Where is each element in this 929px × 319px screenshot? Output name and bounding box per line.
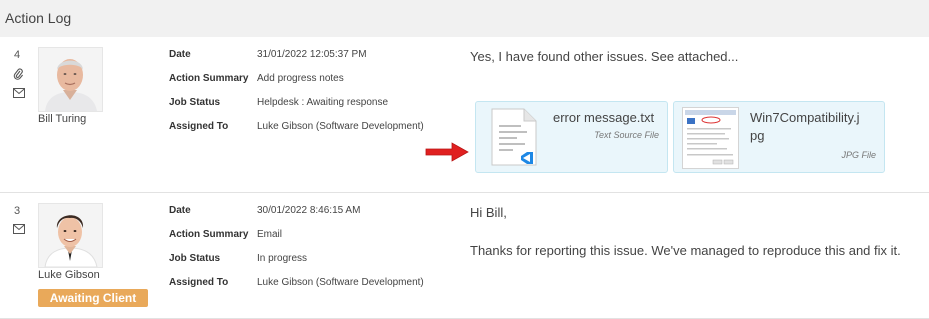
attachment-type: Text Source File: [594, 130, 659, 140]
attachment-card[interactable]: error message.txt Text Source File: [475, 101, 668, 173]
email-icon[interactable]: [13, 224, 25, 236]
author-name: Luke Gibson: [38, 269, 100, 281]
assigned-to-value: Luke Gibson (Software Development): [257, 121, 424, 132]
attachment-name: Win7Compatibility.j pg: [750, 109, 860, 145]
job-status-label: Job Status: [169, 97, 221, 108]
job-status-label: Job Status: [169, 253, 221, 264]
assigned-to-value: Luke Gibson (Software Development): [257, 277, 424, 288]
attachment-type: JPG File: [841, 150, 876, 160]
entry-message: Hi Bill, Thanks for reporting this issue…: [470, 205, 901, 261]
author-name: Bill Turing: [38, 113, 87, 125]
red-arrow-icon: [424, 141, 470, 168]
date-value: 30/01/2022 8:46:15 AM: [257, 205, 361, 216]
image-thumbnail: [682, 107, 739, 169]
panel-title: Action Log: [5, 10, 72, 26]
message-line: Thanks for reporting this issue. We've m…: [470, 243, 901, 258]
attachment-card[interactable]: Win7Compatibility.j pg JPG File: [673, 101, 885, 173]
job-status-value: Helpdesk : Awaiting response: [257, 97, 389, 108]
action-summary-value: Email: [257, 229, 283, 240]
avatar: [38, 203, 103, 268]
date-value: 31/01/2022 12:05:37 PM: [257, 49, 367, 60]
avatar: [38, 47, 103, 112]
assigned-to-label: Assigned To: [169, 277, 229, 288]
attachment-name: error message.txt: [553, 110, 655, 125]
action-summary-label: Action Summary: [169, 73, 249, 84]
attachment-name-line: pg: [750, 128, 765, 143]
entry-message: Yes, I have found other issues. See atta…: [470, 49, 738, 67]
email-icon[interactable]: [13, 88, 25, 100]
action-log-entry: 4 Bill Turing Date 31/01/2022 12:05:37 P…: [0, 37, 929, 193]
date-label: Date: [169, 49, 191, 60]
paperclip-icon[interactable]: [13, 68, 24, 83]
message-line: Yes, I have found other issues. See atta…: [470, 49, 739, 64]
date-label: Date: [169, 205, 191, 216]
action-log-entry: 3 Luke Gibson Awaiting Client Date 30/01…: [0, 193, 929, 319]
entry-number: 3: [14, 205, 21, 217]
assigned-to-label: Assigned To: [169, 121, 229, 132]
status-badge: Awaiting Client: [38, 289, 148, 307]
attachment-name-line: Win7Compatibility.j: [750, 110, 860, 125]
action-summary-value: Add progress notes: [257, 73, 344, 84]
vscode-text-file-icon: [486, 107, 542, 167]
job-status-value: In progress: [257, 253, 308, 264]
message-line: Hi Bill,: [470, 205, 507, 220]
action-summary-label: Action Summary: [169, 229, 249, 240]
entry-number: 4: [14, 49, 21, 61]
